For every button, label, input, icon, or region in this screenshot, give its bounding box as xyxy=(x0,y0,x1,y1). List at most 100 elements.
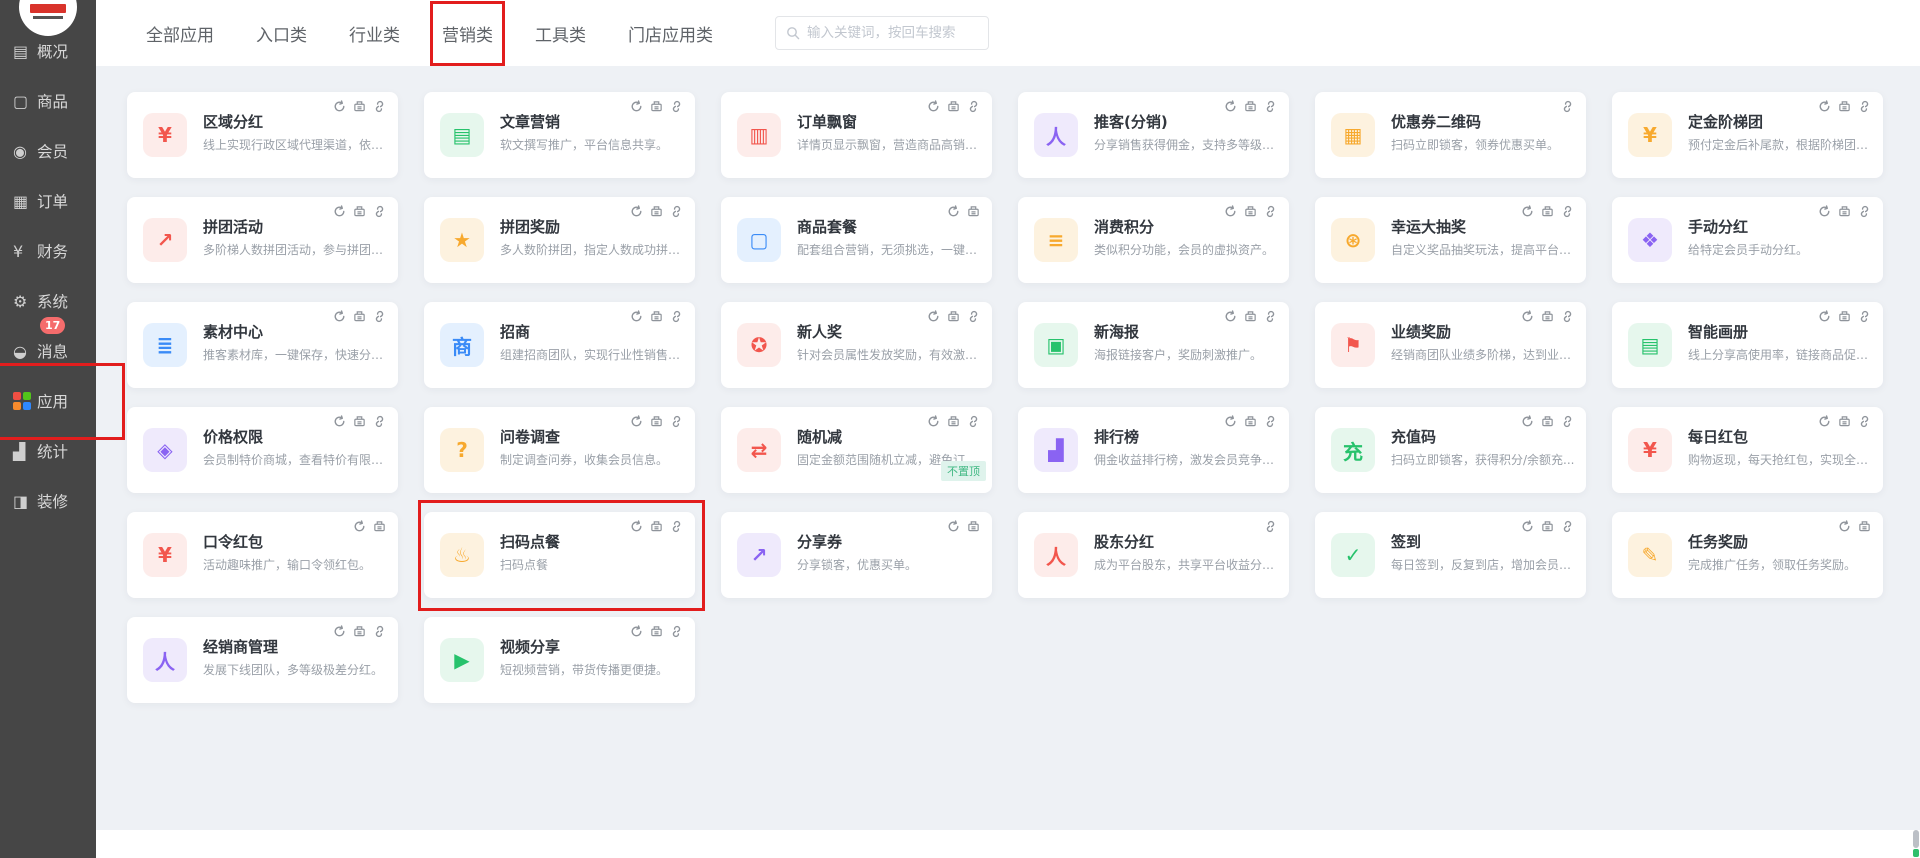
link-icon[interactable] xyxy=(670,625,683,638)
tab[interactable]: 行业类 xyxy=(347,13,402,54)
refresh-icon[interactable] xyxy=(1521,205,1534,218)
app-card[interactable]: 人 推客(分销) 分享销售获得佣金，支持多等级二... xyxy=(1018,92,1289,178)
sidebar-item[interactable]: ¥ 财务 xyxy=(0,226,96,276)
app-card[interactable]: 商 招商 组建招商团队，实现行业性销售联... xyxy=(424,302,695,388)
refresh-icon[interactable] xyxy=(927,100,940,113)
uninstall-icon[interactable] xyxy=(650,625,663,638)
app-card[interactable]: ◈ 价格权限 会员制特价商城，查看特价有限制。 xyxy=(127,407,398,493)
refresh-icon[interactable] xyxy=(1521,415,1534,428)
app-card[interactable]: ★ 拼团奖励 多人数阶拼团，指定人数成功拼团。 xyxy=(424,197,695,283)
refresh-icon[interactable] xyxy=(1224,310,1237,323)
tab[interactable]: 门店应用类 xyxy=(626,13,715,54)
refresh-icon[interactable] xyxy=(630,205,643,218)
uninstall-icon[interactable] xyxy=(650,520,663,533)
app-card[interactable]: ▦ 优惠券二维码 扫码立即锁客，领券优惠买单。 xyxy=(1315,92,1586,178)
link-icon[interactable] xyxy=(1264,415,1277,428)
uninstall-icon[interactable] xyxy=(1244,205,1257,218)
link-icon[interactable] xyxy=(670,310,683,323)
app-card[interactable]: ¥ 区域分红 线上实现行政区域代理渠道，依据... xyxy=(127,92,398,178)
link-icon[interactable] xyxy=(967,415,980,428)
app-card[interactable]: ¥ 口令红包 活动趣味推广，输口令领红包。 xyxy=(127,512,398,598)
app-card[interactable]: ✪ 新人奖 针对会员属性发放奖励，有效激活... xyxy=(721,302,992,388)
link-icon[interactable] xyxy=(670,415,683,428)
link-icon[interactable] xyxy=(1264,310,1277,323)
app-card[interactable]: ⇄ 随机减 固定金额范围随机立减，避免订单... 不置顶 xyxy=(721,407,992,493)
refresh-icon[interactable] xyxy=(947,205,960,218)
sidebar-item[interactable]: ▤ 概况 xyxy=(0,26,96,76)
refresh-icon[interactable] xyxy=(1818,205,1831,218)
app-card[interactable]: ¥ 定金阶梯团 预付定金后补尾款，根据阶梯团人... xyxy=(1612,92,1883,178)
refresh-icon[interactable] xyxy=(1818,310,1831,323)
uninstall-icon[interactable] xyxy=(947,100,960,113)
uninstall-icon[interactable] xyxy=(1244,310,1257,323)
link-icon[interactable] xyxy=(373,625,386,638)
app-card[interactable]: ? 问卷调查 制定调查问券，收集会员信息。 xyxy=(424,407,695,493)
app-card[interactable]: ↗ 拼团活动 多阶梯人数拼团活动，参与拼团优... xyxy=(127,197,398,283)
refresh-icon[interactable] xyxy=(927,415,940,428)
uninstall-icon[interactable] xyxy=(1541,415,1554,428)
link-icon[interactable] xyxy=(967,100,980,113)
uninstall-icon[interactable] xyxy=(947,310,960,323)
refresh-icon[interactable] xyxy=(1224,415,1237,428)
app-card[interactable]: ❖ 手动分红 给特定会员手动分红。 xyxy=(1612,197,1883,283)
app-card[interactable]: ≡ 消费积分 类似积分功能，会员的虚拟资产。 xyxy=(1018,197,1289,283)
refresh-icon[interactable] xyxy=(630,310,643,323)
uninstall-icon[interactable] xyxy=(947,415,960,428)
link-icon[interactable] xyxy=(1264,100,1277,113)
refresh-icon[interactable] xyxy=(333,100,346,113)
refresh-icon[interactable] xyxy=(630,625,643,638)
tab[interactable]: 入口类 xyxy=(254,13,309,54)
link-icon[interactable] xyxy=(1264,205,1277,218)
sidebar-item[interactable]: ◨ 装修 xyxy=(0,476,96,526)
refresh-icon[interactable] xyxy=(333,415,346,428)
sidebar-item[interactable]: ◒ 消息 17 xyxy=(0,326,96,376)
refresh-icon[interactable] xyxy=(1224,205,1237,218)
app-card[interactable]: 人 股东分红 成为平台股东，共享平台收益分红。 xyxy=(1018,512,1289,598)
link-icon[interactable] xyxy=(373,310,386,323)
link-icon[interactable] xyxy=(373,100,386,113)
sidebar-item[interactable]: ▦ 订单 xyxy=(0,176,96,226)
scrollbar[interactable] xyxy=(1912,824,1920,858)
app-card[interactable]: ▣ 新海报 海报链接客户，奖励刺激推广。 xyxy=(1018,302,1289,388)
uninstall-icon[interactable] xyxy=(353,625,366,638)
app-card[interactable]: ⊛ 幸运大抽奖 自定义奖品抽奖玩法，提高平台粉... xyxy=(1315,197,1586,283)
uninstall-icon[interactable] xyxy=(650,415,663,428)
tab[interactable]: 营销类 xyxy=(440,13,495,54)
link-icon[interactable] xyxy=(1561,415,1574,428)
sidebar-item[interactable]: ▟ 统计 xyxy=(0,426,96,476)
app-card[interactable]: ✎ 任务奖励 完成推广任务，领取任务奖励。 xyxy=(1612,512,1883,598)
link-icon[interactable] xyxy=(1858,310,1871,323)
uninstall-icon[interactable] xyxy=(353,310,366,323)
uninstall-icon[interactable] xyxy=(1541,205,1554,218)
app-card[interactable]: ⚑ 业绩奖励 经销商团队业绩多阶梯，达到业绩... xyxy=(1315,302,1586,388)
uninstall-icon[interactable] xyxy=(1541,520,1554,533)
refresh-icon[interactable] xyxy=(1521,520,1534,533)
refresh-icon[interactable] xyxy=(333,310,346,323)
app-card[interactable]: ▥ 订单飘窗 详情页显示飘窗，营造商品高销量。 xyxy=(721,92,992,178)
refresh-icon[interactable] xyxy=(630,415,643,428)
refresh-icon[interactable] xyxy=(630,520,643,533)
app-card[interactable]: 充 充值码 扫码立即锁客，获得积分/余额充... xyxy=(1315,407,1586,493)
uninstall-icon[interactable] xyxy=(1838,205,1851,218)
uninstall-icon[interactable] xyxy=(1244,415,1257,428)
refresh-icon[interactable] xyxy=(1224,100,1237,113)
refresh-icon[interactable] xyxy=(630,100,643,113)
uninstall-icon[interactable] xyxy=(967,205,980,218)
link-icon[interactable] xyxy=(1858,415,1871,428)
link-icon[interactable] xyxy=(670,520,683,533)
uninstall-icon[interactable] xyxy=(353,415,366,428)
link-icon[interactable] xyxy=(670,100,683,113)
link-icon[interactable] xyxy=(1561,100,1574,113)
app-card[interactable]: ♨ 扫码点餐 扫码点餐 xyxy=(424,512,695,598)
sidebar-item[interactable]: ◉ 会员 xyxy=(0,126,96,176)
link-icon[interactable] xyxy=(1561,205,1574,218)
app-card[interactable]: ▶ 视频分享 短视频营销，带货传播更便捷。 xyxy=(424,617,695,703)
link-icon[interactable] xyxy=(670,205,683,218)
refresh-icon[interactable] xyxy=(1818,100,1831,113)
sidebar-item[interactable]: ▢ 商品 xyxy=(0,76,96,126)
link-icon[interactable] xyxy=(1264,520,1277,533)
refresh-icon[interactable] xyxy=(333,625,346,638)
uninstall-icon[interactable] xyxy=(650,205,663,218)
refresh-icon[interactable] xyxy=(1838,520,1851,533)
app-card[interactable]: 人 经销商管理 发展下线团队，多等级极差分红。 xyxy=(127,617,398,703)
